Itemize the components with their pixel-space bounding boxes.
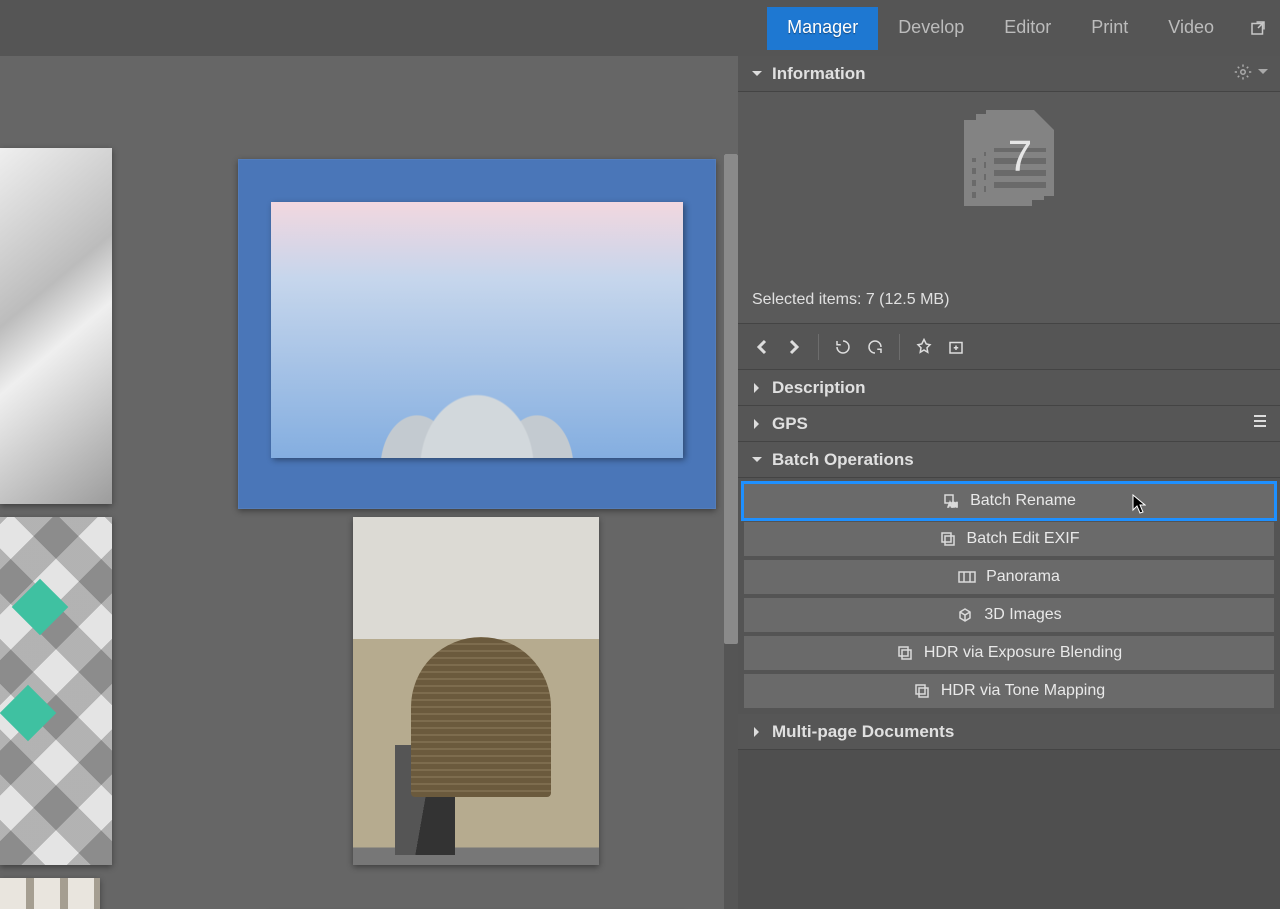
thumbnail-item[interactable] [353, 517, 599, 865]
tab-manager[interactable]: Manager [767, 7, 878, 50]
section-gps-label: GPS [772, 414, 808, 434]
tab-video[interactable]: Video [1148, 7, 1234, 50]
panorama-icon [958, 568, 976, 586]
information-body: 7 Selected items: 7 (12.5 MB) [738, 92, 1280, 324]
batch-item-label: HDR via Exposure Blending [924, 644, 1122, 662]
chevron-down-icon [752, 455, 762, 465]
section-information-header[interactable]: Information [738, 56, 1280, 92]
chevron-right-icon [752, 727, 762, 737]
rotate-ccw-icon[interactable] [829, 333, 857, 361]
section-description-header[interactable]: Description [738, 370, 1280, 406]
chevron-right-icon [752, 419, 762, 429]
layers-icon [896, 644, 914, 662]
batch-item-label: HDR via Tone Mapping [941, 682, 1105, 700]
thumbnail-item[interactable] [0, 148, 112, 504]
tab-print[interactable]: Print [1071, 7, 1148, 50]
section-information-label: Information [772, 64, 866, 84]
layers-icon [913, 682, 931, 700]
thumbnail-item[interactable] [0, 517, 112, 865]
scrollbar-vertical[interactable] [724, 154, 738, 909]
exif-icon [939, 530, 957, 548]
panorama-button[interactable]: Panorama [744, 560, 1274, 594]
pin-icon[interactable] [910, 333, 938, 361]
section-batch-label: Batch Operations [772, 450, 914, 470]
external-window-icon[interactable] [1248, 18, 1268, 38]
gear-icon[interactable] [1234, 63, 1252, 81]
prev-icon[interactable] [748, 333, 776, 361]
scrollbar-thumb[interactable] [724, 154, 738, 644]
add-image-icon[interactable] [942, 333, 970, 361]
cube-icon [956, 606, 974, 624]
menu-icon[interactable] [1252, 413, 1268, 429]
section-description-label: Description [772, 378, 866, 398]
batch-item-label: 3D Images [984, 606, 1061, 624]
3d-images-button[interactable]: 3D Images [744, 598, 1274, 632]
tab-editor[interactable]: Editor [984, 7, 1071, 50]
section-gps-header[interactable]: GPS [738, 406, 1280, 442]
batch-item-label: Batch Edit EXIF [967, 530, 1080, 548]
batch-operations-list: ABI Batch Rename Batch Edit EXIF Panoram… [738, 478, 1280, 714]
batch-edit-exif-button[interactable]: Batch Edit EXIF [744, 522, 1274, 556]
thumbnail-image [271, 202, 683, 458]
section-multipage-header[interactable]: Multi-page Documents [738, 714, 1280, 750]
hdr-exposure-button[interactable]: HDR via Exposure Blending [744, 636, 1274, 670]
hdr-tonemapping-button[interactable]: HDR via Tone Mapping [744, 674, 1274, 708]
section-multipage-label: Multi-page Documents [772, 722, 954, 742]
next-icon[interactable] [780, 333, 808, 361]
chevron-down-icon[interactable] [1258, 67, 1268, 77]
batch-item-label: Panorama [986, 568, 1060, 586]
batch-rename-button[interactable]: ABI Batch Rename [744, 484, 1274, 518]
rename-icon: ABI [942, 492, 960, 510]
thumbnail-browser[interactable] [0, 56, 738, 909]
batch-item-label: Batch Rename [970, 492, 1076, 510]
chevron-right-icon [752, 383, 762, 393]
right-panel: Information 7 Selected items: 7 (12.5 MB… [738, 56, 1280, 909]
section-batch-header[interactable]: Batch Operations [738, 442, 1280, 478]
svg-text:ABI: ABI [948, 503, 958, 509]
tab-develop[interactable]: Develop [878, 7, 984, 50]
thumbnail-item-selected[interactable] [238, 159, 716, 509]
selection-summary: Selected items: 7 (12.5 MB) [752, 291, 949, 309]
rotate-cw-icon[interactable] [861, 333, 889, 361]
top-nav: Manager Develop Editor Print Video [0, 0, 1280, 56]
info-toolbar [738, 324, 1280, 370]
document-stack-icon: 7 [964, 110, 1054, 210]
selection-count: 7 [964, 132, 1076, 182]
chevron-down-icon [752, 69, 762, 79]
thumbnail-item[interactable] [0, 878, 100, 909]
